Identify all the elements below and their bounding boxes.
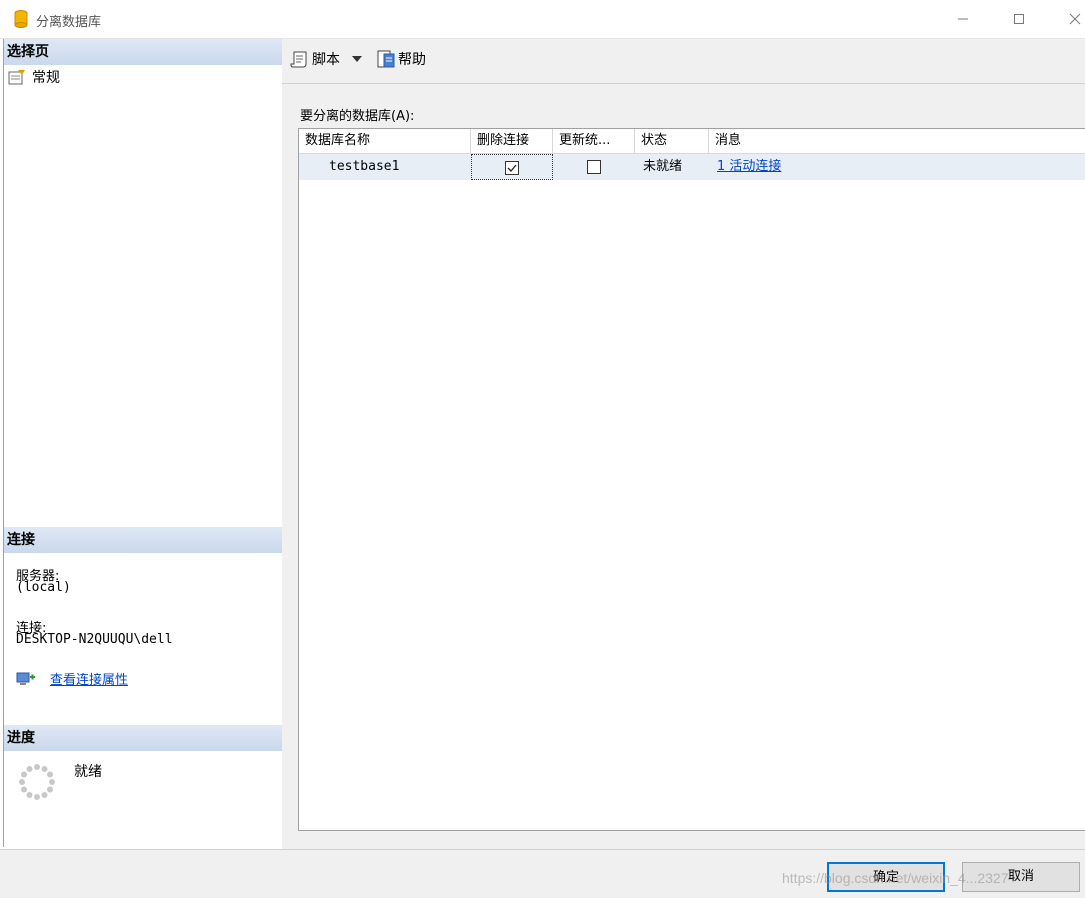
select-page-header: 选择页 [4,39,282,65]
table-row[interactable]: testbase1 未就绪 1 活动连接 [299,154,1085,180]
progress-spinner-icon [19,764,55,800]
window-title: 分离数据库 [36,15,102,30]
message-cell: 1 活动连接 [717,154,1017,180]
maximize-button[interactable] [996,0,1042,38]
database-name-cell: testbase1 [329,159,400,174]
minimize-button[interactable] [940,0,986,38]
help-button[interactable]: 帮助 [376,49,426,69]
connection-properties-icon [16,672,35,685]
toolbar: 脚本 帮助 [282,39,1085,84]
close-icon [1069,13,1081,25]
close-button[interactable] [1052,0,1085,38]
left-panel: 选择页 常规 连接 服务器: (local) 连接: DESKTOP-N2QUU… [3,39,283,847]
page-item-label: 常规 [32,70,60,86]
checkmark-icon [507,164,517,172]
grid-label: 要分离的数据库(A): [300,109,415,124]
update-stats-checkbox[interactable] [587,160,601,174]
update-stats-cell [553,154,635,180]
connection-value: DESKTOP-N2QUUQU\dell [16,632,173,647]
minimize-icon [958,18,968,20]
database-icon [14,10,28,28]
column-header-database-name[interactable]: 数据库名称 [299,129,471,153]
drop-connections-cell [471,154,553,180]
server-value: (local) [16,580,71,595]
script-label: 脚本 [312,52,340,68]
column-header-status[interactable]: 状态 [635,129,709,153]
script-icon [290,51,307,68]
watermark: https://blog.csdn.net/weixin_4...2327 [782,870,1009,886]
column-header-update-stats[interactable]: 更新统... [553,129,635,153]
progress-header: 进度 [4,725,282,751]
grid-header: 数据库名称 删除连接 更新统... 状态 消息 [299,129,1085,154]
title-bar: 分离数据库 [0,0,1085,39]
view-connection-properties: 查看连接属性 [16,669,128,688]
detach-database-grid[interactable]: 数据库名称 删除连接 更新统... 状态 消息 testbase1 未就绪 1 … [298,128,1085,831]
maximize-icon [1014,14,1024,24]
dropdown-arrow-icon[interactable] [352,55,362,63]
help-icon [377,50,395,68]
drop-connections-checkbox[interactable] [505,161,519,175]
help-label: 帮助 [398,52,426,68]
view-connection-properties-link[interactable]: 查看连接属性 [50,669,128,688]
general-page-icon [8,70,25,85]
column-header-message[interactable]: 消息 [709,129,1085,153]
script-button[interactable]: 脚本 [290,49,362,69]
active-connections-link[interactable]: 1 活动连接 [717,159,781,174]
status-cell: 未就绪 [643,159,683,174]
page-item-general[interactable]: 常规 [8,67,60,87]
column-header-drop-connections[interactable]: 删除连接 [471,129,553,153]
progress-status: 就绪 [74,764,102,780]
connection-header: 连接 [4,527,282,553]
